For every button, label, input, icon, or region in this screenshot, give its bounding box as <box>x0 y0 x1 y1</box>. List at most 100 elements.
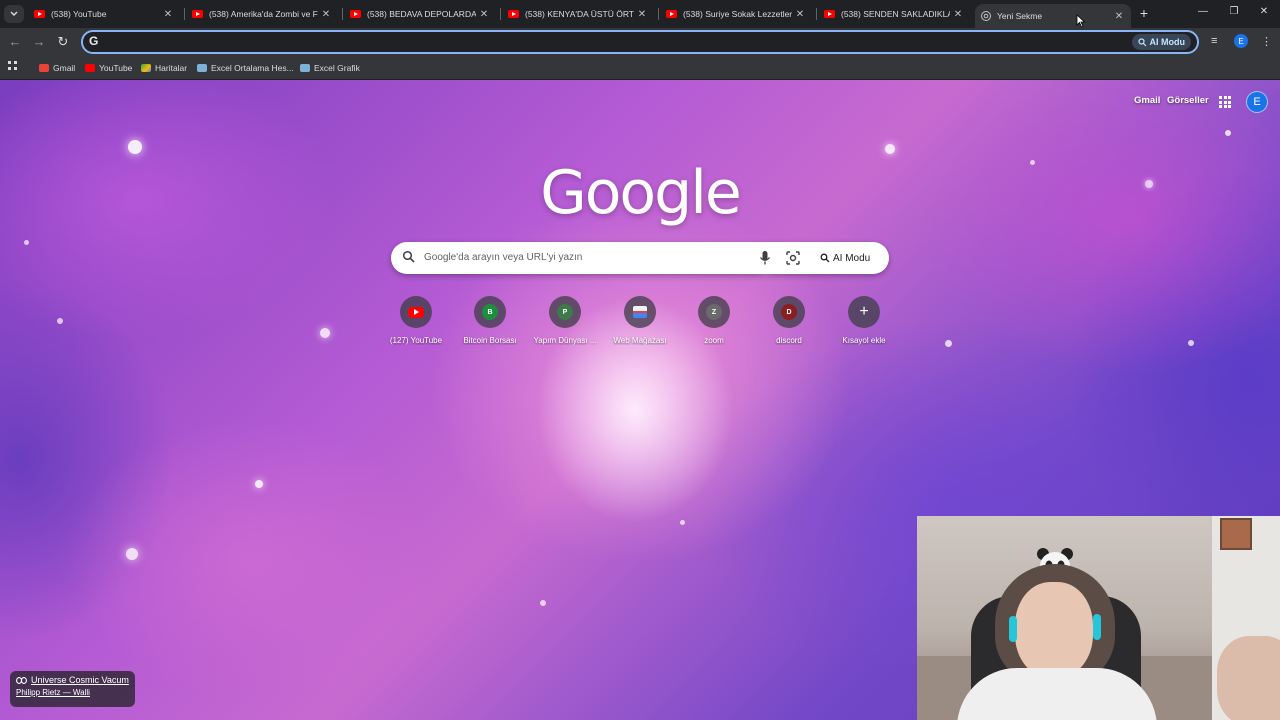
search-icon <box>402 250 415 263</box>
minimize-icon[interactable]: — <box>1196 6 1210 17</box>
tab-divider <box>816 8 817 20</box>
tab-new-tab[interactable]: Yeni Sekme ✕ <box>975 4 1131 28</box>
apps-grid-icon[interactable] <box>8 61 19 72</box>
webcam-person-hand <box>1217 636 1280 720</box>
account-avatar[interactable]: E <box>1246 91 1268 113</box>
letter-icon: Z <box>706 304 722 320</box>
chevron-down-icon <box>10 11 18 16</box>
kebab-menu-icon[interactable]: ⋮ <box>1261 35 1272 48</box>
tab-amerika[interactable]: (538) Amerika'da Zombi ve Fuh ✕ <box>186 4 338 24</box>
shortcut-label: Yapım Dünyası ... <box>533 336 597 345</box>
shortcut-add[interactable]: + Kısayol ekle <box>831 296 897 345</box>
tab-title: (538) SENDEN SAKLADIKLARI S <box>841 9 950 19</box>
tab-close-icon[interactable]: ✕ <box>634 9 650 20</box>
bookmark-label: Excel Ortalama Hes... <box>211 63 294 73</box>
shortcut-label: Bitcoin Borsası <box>463 336 517 345</box>
ai-mode-chip-label: AI Modu <box>1149 37 1186 47</box>
ai-mode-label: AI Modu <box>833 252 871 264</box>
bookmark-label: Haritalar <box>155 63 188 73</box>
tab-divider <box>658 8 659 20</box>
bookmark-excel-ortalama[interactable]: Excel Ortalama Hes... <box>197 61 294 75</box>
reload-icon[interactable]: ↻ <box>55 34 71 50</box>
bookmarks-bar: Gmail YouTube Haritalar Excel Ortalama H… <box>0 56 1280 80</box>
tab-close-icon[interactable]: ✕ <box>476 9 492 20</box>
shortcut-yapim[interactable]: P Yapım Dünyası ... <box>532 296 598 345</box>
chrome-icon <box>981 11 991 21</box>
star-speck <box>680 520 685 525</box>
tab-suriye[interactable]: (538) Suriye Sokak Lezzetleri Ge ✕ <box>660 4 812 24</box>
forward-arrow-icon[interactable]: → <box>31 34 47 49</box>
youtube-icon <box>85 64 95 72</box>
tab-title: (538) BEDAVA DEPOLARDA YILI <box>367 9 476 19</box>
bookmark-label: Gmail <box>53 63 76 73</box>
tab-close-icon[interactable]: ✕ <box>160 9 176 20</box>
bookmark-haritalar[interactable]: Haritalar <box>141 61 187 75</box>
shortcut-tile: Z <box>698 296 730 328</box>
star-speck <box>1188 340 1194 346</box>
tab-bedava[interactable]: (538) BEDAVA DEPOLARDA YILI ✕ <box>344 4 496 24</box>
webcam-person-face <box>1015 582 1093 678</box>
restore-icon[interactable]: ❐ <box>1227 6 1241 17</box>
shortcut-zoom[interactable]: Z zoom <box>681 296 747 345</box>
shortcut-label: zoom <box>704 336 724 345</box>
gmail-icon <box>39 64 49 72</box>
bookmark-youtube[interactable]: YouTube <box>85 61 132 75</box>
plus-icon: + <box>859 303 869 320</box>
new-tab-plus-icon[interactable]: + <box>1136 5 1152 21</box>
bookmark-excel-grafik[interactable]: Excel Grafik <box>300 61 360 75</box>
gmail-link[interactable]: Gmail <box>1134 95 1160 106</box>
youtube-icon <box>350 10 361 18</box>
tab-kenya[interactable]: (538) KENYA'DA ÜSTÜ ÖRTÜLE ✕ <box>502 4 654 24</box>
shortcut-discord[interactable]: D discord <box>756 296 822 345</box>
search-box[interactable]: Google'da arayın veya URL'yi yazın AI Mo… <box>391 242 889 274</box>
media-controls-icon[interactable]: ≡ <box>1211 35 1217 47</box>
tab-close-icon[interactable]: ✕ <box>792 9 808 20</box>
attribution-author[interactable]: Philipp Rietz — Walli <box>16 688 129 697</box>
star-speck <box>885 144 895 154</box>
microphone-icon[interactable] <box>759 250 771 266</box>
close-window-icon[interactable]: ✕ <box>1257 6 1271 17</box>
address-bar[interactable]: G AI Modu <box>81 30 1199 54</box>
bookmark-gmail[interactable]: Gmail <box>39 61 75 75</box>
bookmark-label: Excel Grafik <box>314 63 360 73</box>
tab-search-button[interactable] <box>4 5 24 23</box>
tab-close-icon[interactable]: ✕ <box>950 9 966 20</box>
shortcut-label: discord <box>776 336 802 345</box>
tab-title: (538) Suriye Sokak Lezzetleri Ge <box>683 9 792 19</box>
profile-avatar[interactable]: E <box>1234 34 1248 48</box>
mouse-cursor-icon <box>1076 14 1086 28</box>
tab-youtube[interactable]: (538) YouTube ✕ <box>28 4 180 24</box>
shortcut-tile: B <box>474 296 506 328</box>
star-speck <box>945 340 952 347</box>
back-arrow-icon[interactable]: ← <box>7 34 23 49</box>
star-speck <box>128 140 142 154</box>
tab-close-icon[interactable]: ✕ <box>1111 11 1127 22</box>
youtube-icon <box>192 10 203 18</box>
shortcut-web-store[interactable]: Web Mağazası <box>607 296 673 345</box>
tab-divider <box>500 8 501 20</box>
google-logo: Google <box>540 158 742 228</box>
browser-toolbar: ← → ↻ G AI Modu ≡ E ⋮ <box>0 28 1280 56</box>
tab-close-icon[interactable]: ✕ <box>318 9 334 20</box>
star-speck <box>1030 160 1035 165</box>
shortcut-bitcoin[interactable]: B Bitcoin Borsası <box>457 296 523 345</box>
ai-mode-button[interactable]: AI Modu <box>812 247 878 269</box>
tab-title: (538) YouTube <box>51 9 107 19</box>
google-apps-icon[interactable] <box>1219 96 1231 108</box>
tab-senden[interactable]: (538) SENDEN SAKLADIKLARI S ✕ <box>818 4 970 24</box>
tab-title: (538) Amerika'da Zombi ve Fuh <box>209 9 318 19</box>
images-link[interactable]: Görseller <box>1167 95 1209 106</box>
google-lens-icon[interactable] <box>785 250 801 266</box>
background-attribution[interactable]: Universe Cosmic Vacum Philipp Rietz — Wa… <box>10 671 135 707</box>
webstore-icon <box>633 306 647 318</box>
star-speck <box>24 240 29 245</box>
youtube-icon <box>508 10 519 18</box>
tab-divider <box>184 8 185 20</box>
attribution-title[interactable]: Universe Cosmic Vacum <box>31 675 129 685</box>
shortcut-youtube[interactable]: (127) YouTube <box>383 296 449 345</box>
youtube-icon <box>408 306 424 318</box>
star-speck <box>540 600 546 606</box>
ai-mode-chip[interactable]: AI Modu <box>1131 34 1191 50</box>
star-speck <box>255 480 263 488</box>
tab-strip: (538) YouTube ✕ (538) Amerika'da Zombi v… <box>0 0 1280 28</box>
